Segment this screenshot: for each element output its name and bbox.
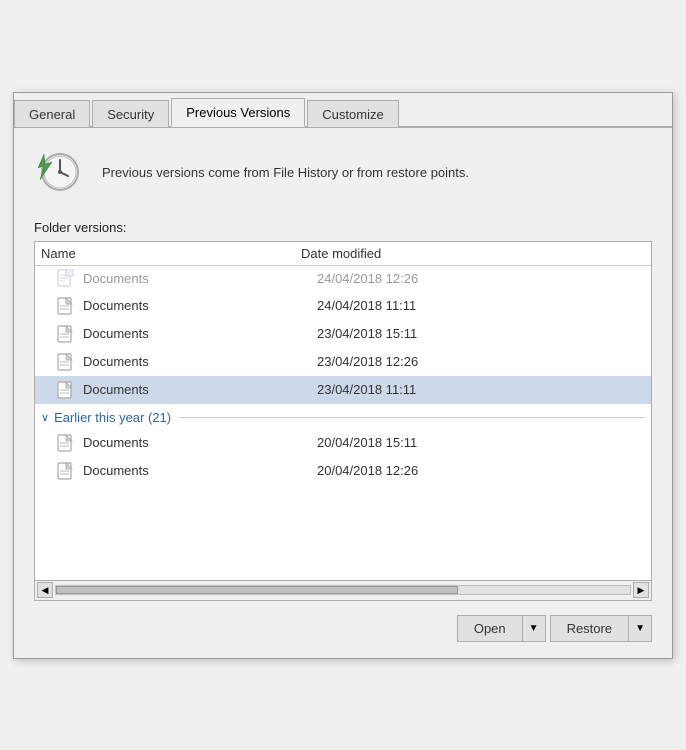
list-item[interactable]: Documents 20/04/2018 12:26 bbox=[35, 457, 651, 485]
row-date: 20/04/2018 15:11 bbox=[317, 435, 645, 450]
list-item[interactable]: Documents 23/04/2018 11:11 bbox=[35, 376, 651, 404]
restore-button[interactable]: Restore bbox=[550, 615, 630, 642]
file-history-icon bbox=[34, 146, 88, 200]
tab-security[interactable]: Security bbox=[92, 100, 169, 127]
scroll-right-arrow[interactable]: ▶ bbox=[633, 582, 649, 598]
list-body[interactable]: Documents 24/04/2018 12:26 Do bbox=[35, 266, 651, 580]
list-item[interactable]: Documents 20/04/2018 15:11 bbox=[35, 429, 651, 457]
document-icon bbox=[57, 296, 77, 316]
tab-previous-versions[interactable]: Previous Versions bbox=[171, 98, 305, 127]
row-date: 23/04/2018 12:26 bbox=[317, 354, 645, 369]
open-button[interactable]: Open bbox=[457, 615, 523, 642]
row-filename: Documents bbox=[83, 271, 317, 286]
row-filename: Documents bbox=[83, 382, 317, 397]
list-item[interactable]: Documents 23/04/2018 15:11 bbox=[35, 320, 651, 348]
row-filename: Documents bbox=[83, 435, 317, 450]
tab-content: Previous versions come from File History… bbox=[14, 128, 672, 658]
list-item[interactable]: Documents 24/04/2018 12:26 bbox=[35, 266, 651, 292]
group-header-earlier-this-year[interactable]: ∨ Earlier this year (21) bbox=[35, 404, 651, 429]
restore-button-group: Restore ▼ bbox=[550, 615, 652, 642]
scroll-track[interactable] bbox=[55, 585, 631, 595]
horizontal-scrollbar[interactable]: ◀ ▶ bbox=[35, 580, 651, 600]
document-icon bbox=[57, 352, 77, 372]
tab-bar: General Security Previous Versions Custo… bbox=[14, 93, 672, 128]
row-filename: Documents bbox=[83, 463, 317, 478]
list-item[interactable]: Documents 24/04/2018 11:11 bbox=[35, 292, 651, 320]
properties-window: General Security Previous Versions Custo… bbox=[13, 92, 673, 659]
list-item[interactable]: Documents 23/04/2018 12:26 bbox=[35, 348, 651, 376]
row-filename: Documents bbox=[83, 326, 317, 341]
document-icon bbox=[57, 461, 77, 481]
restore-dropdown-arrow[interactable]: ▼ bbox=[629, 615, 652, 642]
row-filename: Documents bbox=[83, 354, 317, 369]
row-date: 24/04/2018 11:11 bbox=[317, 298, 645, 313]
open-button-group: Open ▼ bbox=[457, 615, 546, 642]
row-filename: Documents bbox=[83, 298, 317, 313]
column-date-modified: Date modified bbox=[301, 246, 627, 261]
folder-versions-label: Folder versions: bbox=[34, 220, 652, 235]
versions-list-container: Name Date modified bbox=[34, 241, 652, 601]
group-label: Earlier this year (21) bbox=[54, 410, 171, 425]
tab-customize[interactable]: Customize bbox=[307, 100, 398, 127]
chevron-icon: ∨ bbox=[41, 411, 49, 424]
document-icon bbox=[57, 433, 77, 453]
document-icon bbox=[57, 269, 77, 289]
column-name: Name bbox=[41, 246, 301, 261]
scroll-left-arrow[interactable]: ◀ bbox=[37, 582, 53, 598]
row-date: 23/04/2018 11:11 bbox=[317, 382, 645, 397]
tab-general[interactable]: General bbox=[14, 100, 90, 127]
row-date: 23/04/2018 15:11 bbox=[317, 326, 645, 341]
info-section: Previous versions come from File History… bbox=[34, 146, 652, 200]
row-date: 20/04/2018 12:26 bbox=[317, 463, 645, 478]
scroll-thumb[interactable] bbox=[56, 586, 458, 594]
document-icon bbox=[57, 380, 77, 400]
list-header: Name Date modified bbox=[35, 242, 651, 266]
row-date: 24/04/2018 12:26 bbox=[317, 271, 645, 286]
button-row: Open ▼ Restore ▼ bbox=[34, 615, 652, 642]
open-dropdown-arrow[interactable]: ▼ bbox=[523, 615, 546, 642]
document-icon bbox=[57, 324, 77, 344]
info-text: Previous versions come from File History… bbox=[102, 163, 469, 183]
group-divider bbox=[179, 417, 645, 418]
